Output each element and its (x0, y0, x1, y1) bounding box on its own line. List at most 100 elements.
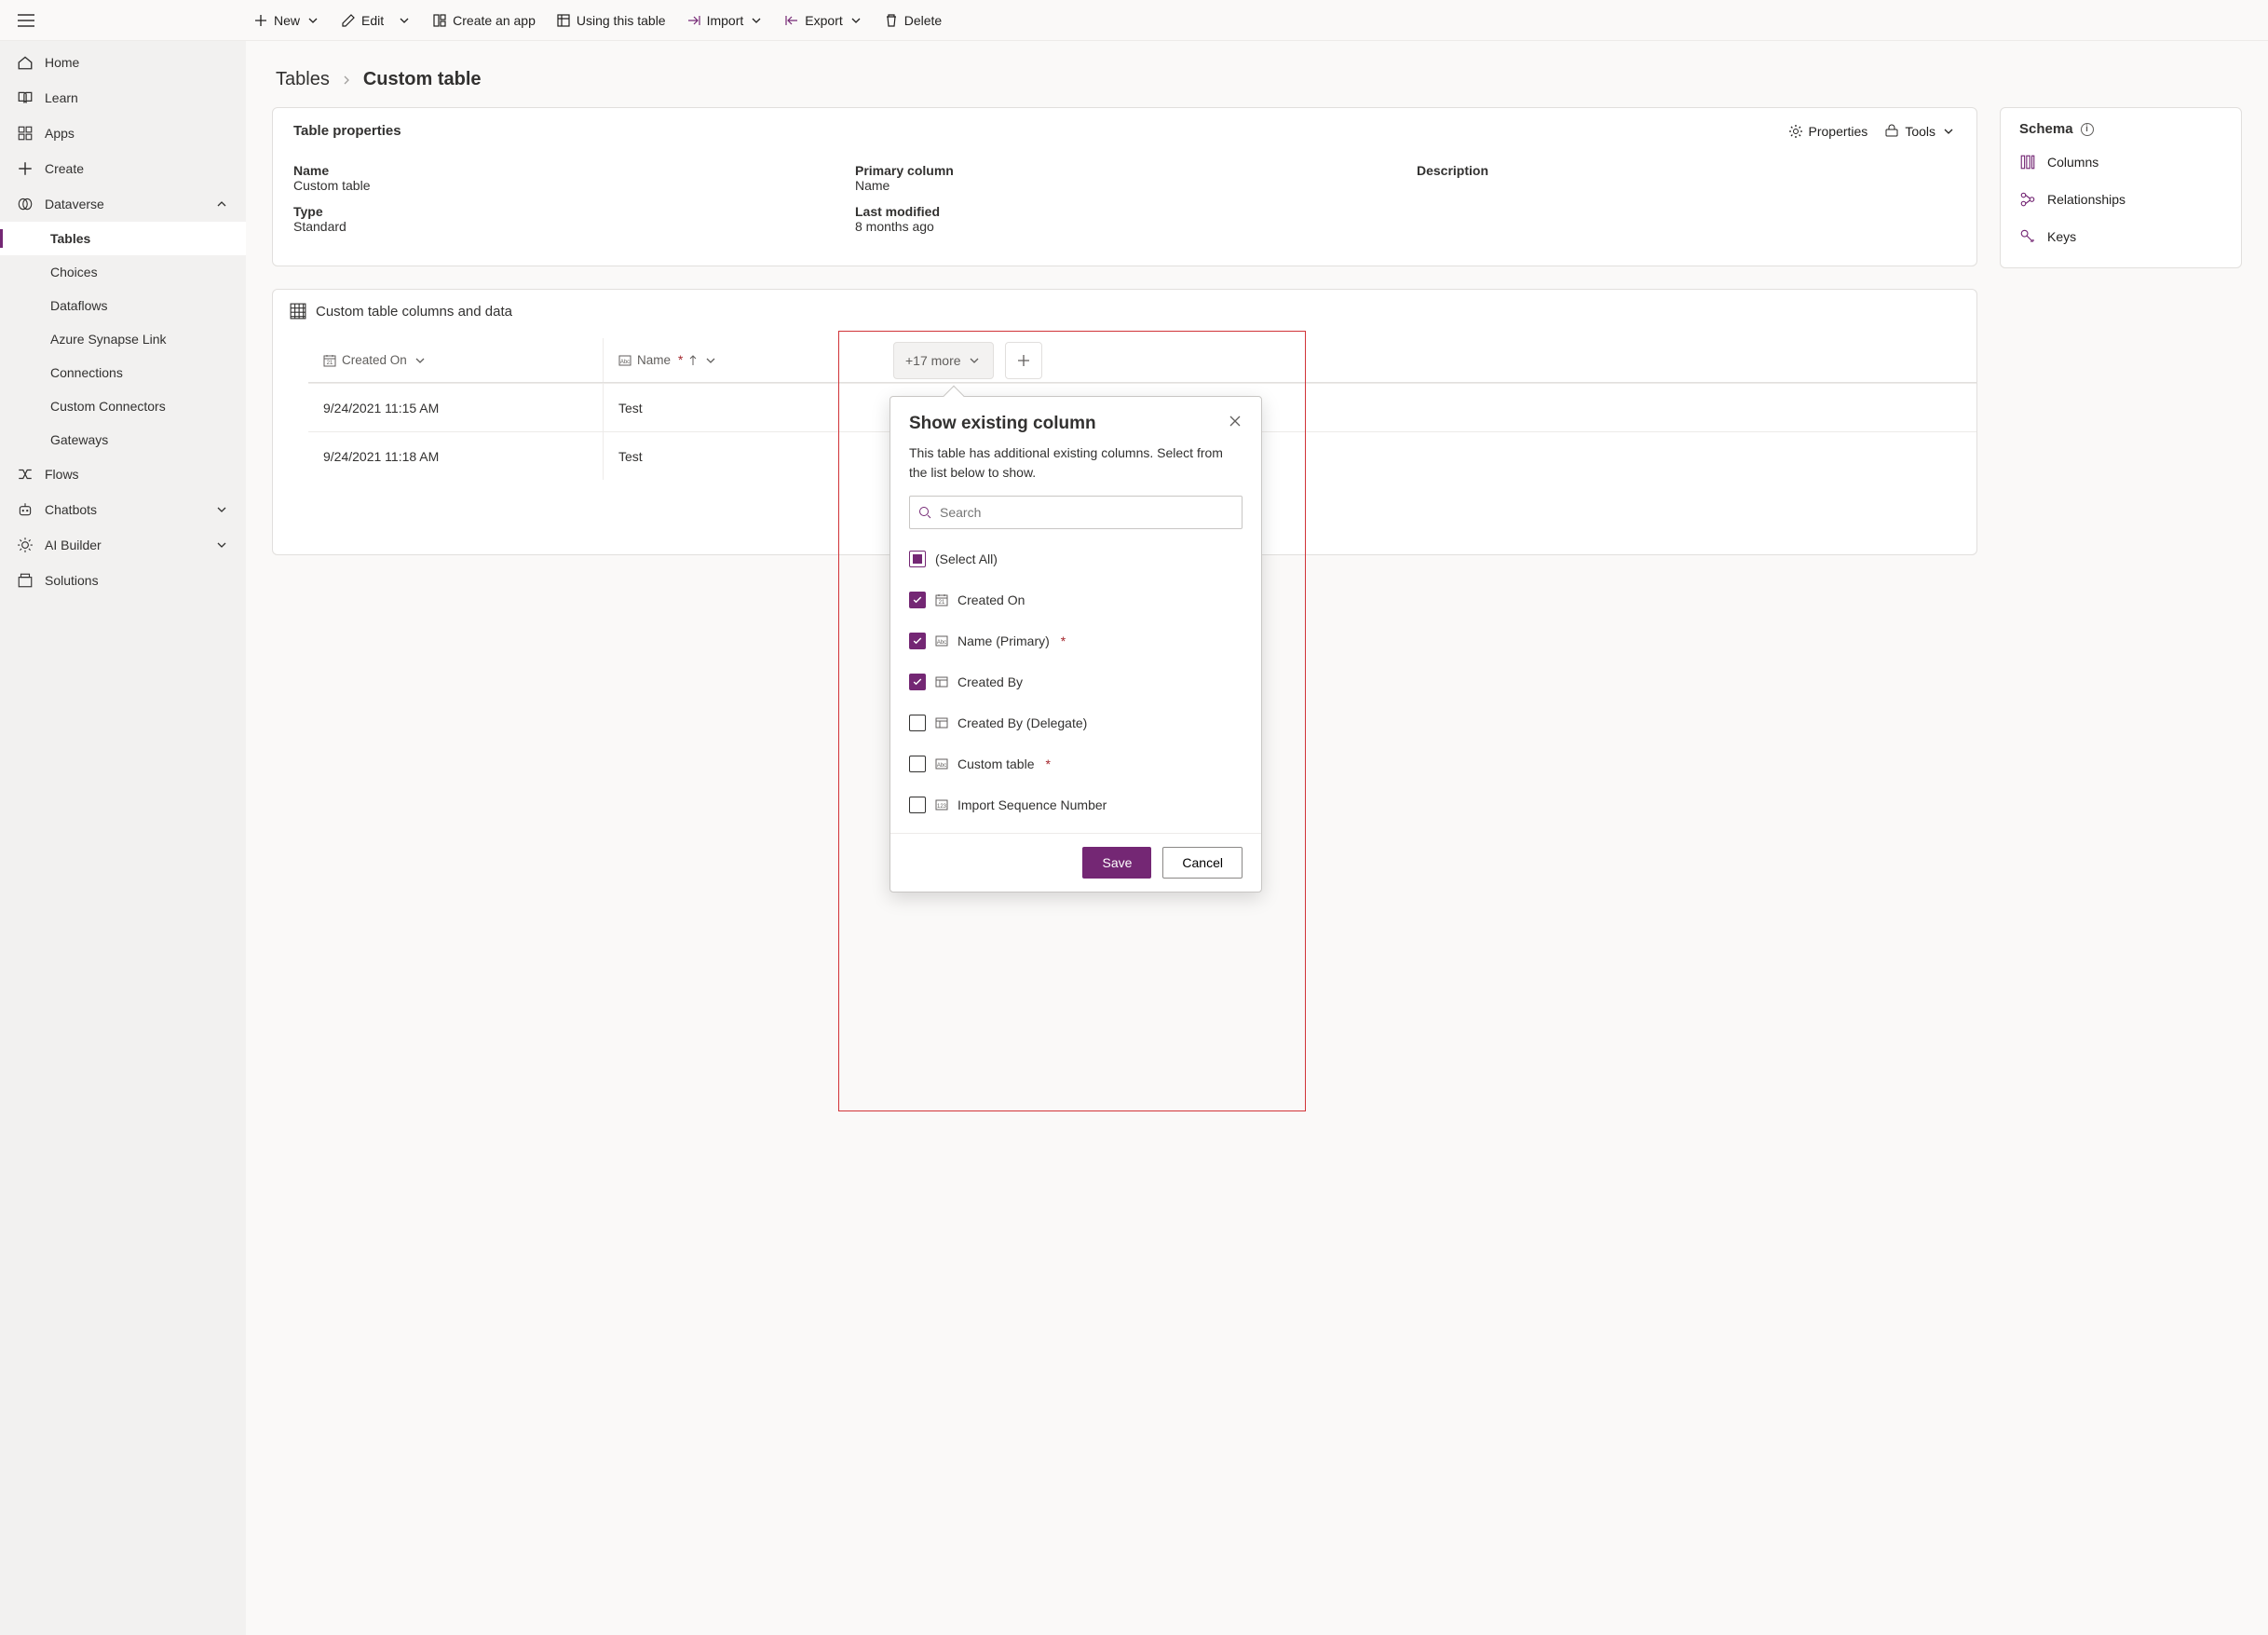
nav-chatbots[interactable]: Chatbots (0, 492, 246, 527)
column-option[interactable]: Modified By (909, 825, 1256, 833)
date-type-icon (935, 593, 948, 606)
plus-icon (1016, 353, 1031, 368)
nav-synapse[interactable]: Azure Synapse Link (0, 322, 246, 356)
cancel-button[interactable]: Cancel (1162, 847, 1243, 879)
text-icon (618, 354, 632, 367)
flyout-title: Show existing column (909, 414, 1096, 434)
left-nav: Home Learn Apps Create Dataverse Tables … (0, 41, 246, 1635)
info-icon[interactable]: i (2081, 123, 2094, 136)
column-option[interactable]: Import Sequence Number (909, 784, 1256, 825)
cell-name: Test (603, 432, 882, 480)
show-more-columns-button[interactable]: +17 more (893, 342, 994, 379)
gear-icon (1788, 124, 1803, 139)
plus-icon (17, 160, 34, 177)
checkbox-checked[interactable] (909, 633, 926, 649)
import-icon (686, 13, 701, 28)
home-icon (17, 54, 34, 71)
nav-learn[interactable]: Learn (0, 80, 246, 116)
nav-solutions[interactable]: Solutions (0, 563, 246, 598)
description-label: Description (1417, 157, 1956, 178)
import-button[interactable]: Import (677, 2, 774, 39)
column-search[interactable] (909, 496, 1243, 529)
flow-icon (17, 466, 34, 483)
nav-tables[interactable]: Tables (0, 222, 246, 255)
chevron-down-icon (413, 353, 428, 368)
schema-title: Schema (2019, 121, 2073, 137)
text-type-icon (935, 757, 948, 770)
dataverse-icon (17, 196, 34, 212)
nav-home[interactable]: Home (0, 45, 246, 80)
close-icon[interactable] (1228, 414, 1243, 429)
nav-ai-builder[interactable]: AI Builder (0, 527, 246, 563)
schema-card: Schemai Columns Relationships Keys (2000, 107, 2242, 268)
learn-icon (17, 89, 34, 106)
type-value: Standard (293, 219, 833, 239)
checkbox-indeterminate[interactable] (909, 551, 926, 567)
last-modified-label: Last modified (855, 198, 1394, 219)
column-header-created-on[interactable]: Created On (323, 353, 603, 368)
nav-connections[interactable]: Connections (0, 356, 246, 389)
column-option[interactable]: Created By (909, 661, 1256, 702)
nav-choices[interactable]: Choices (0, 255, 246, 289)
content-area: Tables Custom table Table properties Pro… (246, 41, 2268, 1635)
schema-relationships-link[interactable]: Relationships (2019, 187, 2222, 211)
app-icon (432, 13, 447, 28)
checkbox-checked[interactable] (909, 592, 926, 608)
nav-apps[interactable]: Apps (0, 116, 246, 151)
chevron-down-icon (1941, 124, 1956, 139)
nav-gateways[interactable]: Gateways (0, 423, 246, 456)
columns-and-data-card: Custom table columns and data Created On… (272, 289, 1977, 555)
save-button[interactable]: Save (1082, 847, 1151, 879)
description-value (1417, 178, 1956, 184)
schema-columns-link[interactable]: Columns (2019, 150, 2222, 174)
column-option[interactable]: Custom table* (909, 743, 1256, 784)
column-search-input[interactable] (940, 505, 1234, 520)
nav-flows[interactable]: Flows (0, 456, 246, 492)
grid-icon (290, 303, 306, 320)
column-option[interactable]: Created On (909, 579, 1256, 620)
column-option-label: Import Sequence Number (957, 797, 1107, 812)
keys-icon (2019, 228, 2036, 245)
add-column-button[interactable] (1005, 342, 1042, 379)
edit-button[interactable]: Edit (332, 2, 421, 39)
export-icon (784, 13, 799, 28)
chevron-up-icon (214, 197, 229, 211)
table-properties-card: Table properties Properties Tools Name C… (272, 107, 1977, 266)
checkbox-unchecked[interactable] (909, 715, 926, 731)
checkbox-checked[interactable] (909, 674, 926, 690)
checkbox-unchecked[interactable] (909, 797, 926, 813)
nav-custom-connectors[interactable]: Custom Connectors (0, 389, 246, 423)
schema-keys-link[interactable]: Keys (2019, 225, 2222, 249)
ai-icon (17, 537, 34, 553)
column-option[interactable]: Created By (Delegate) (909, 702, 1256, 743)
column-option[interactable]: (Select All) (909, 538, 1256, 579)
breadcrumb: Tables Custom table (276, 69, 2242, 90)
chevron-down-icon (703, 353, 718, 368)
lookup-type-icon (935, 675, 948, 688)
column-list[interactable]: (Select All)Created OnName (Primary)*Cre… (890, 535, 1261, 833)
chevron-down-icon (214, 502, 229, 517)
delete-icon (884, 13, 899, 28)
export-button[interactable]: Export (775, 2, 872, 39)
column-option-label: Custom table (957, 756, 1034, 771)
table-header-row: Created On Name* +17 more (308, 338, 1976, 383)
toolbox-icon (1884, 124, 1899, 139)
tools-button[interactable]: Tools (1884, 124, 1956, 139)
breadcrumb-root[interactable]: Tables (276, 69, 330, 90)
data-card-title: Custom table columns and data (316, 304, 512, 320)
nav-create[interactable]: Create (0, 151, 246, 186)
nav-dataverse[interactable]: Dataverse (0, 186, 246, 222)
create-app-button[interactable]: Create an app (423, 2, 545, 39)
properties-button[interactable]: Properties (1788, 124, 1868, 139)
nav-dataflows[interactable]: Dataflows (0, 289, 246, 322)
column-header-name[interactable]: Name* (603, 338, 882, 382)
new-button[interactable]: New (244, 2, 330, 39)
column-option[interactable]: Name (Primary)* (909, 620, 1256, 661)
delete-button[interactable]: Delete (875, 2, 951, 39)
checkbox-unchecked[interactable] (909, 756, 926, 772)
using-table-button[interactable]: Using this table (547, 2, 675, 39)
type-label: Type (293, 198, 833, 219)
date-icon (323, 354, 336, 367)
global-nav-toggle[interactable] (7, 2, 45, 39)
plus-icon (253, 13, 268, 28)
